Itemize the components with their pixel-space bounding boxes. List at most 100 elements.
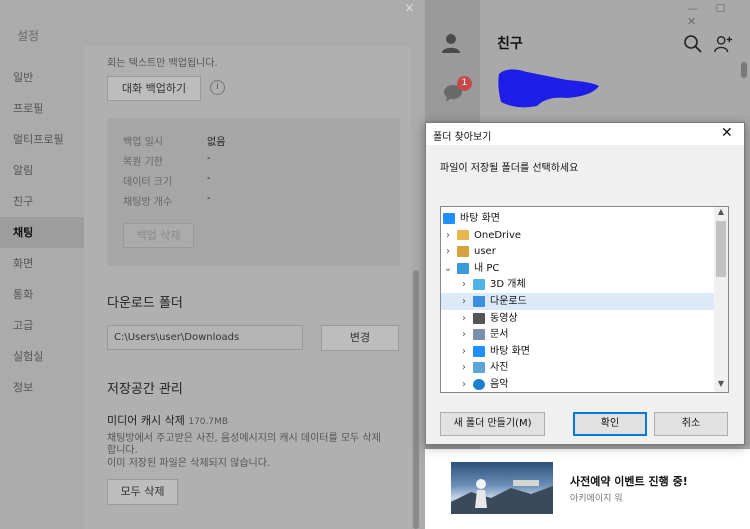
window-controls[interactable]: — ☐ ✕ [687,2,750,28]
dialog-title: 폴더 찾아보기 [433,132,492,143]
ad-banner[interactable]: 사전예약 이벤트 진행 중! 아키에이지 워 [425,449,750,529]
search-icon[interactable] [683,34,703,54]
tree-item-label: 바탕 화면 [460,213,500,224]
tree-item-label: 사진 [490,362,509,374]
expand-chevron-icon[interactable]: › [459,276,469,293]
download-icon [473,296,485,307]
tree-item[interactable]: › OneDrive [441,227,715,244]
sidebar-item-display[interactable]: 화면 [0,248,84,279]
download-folder-title: 다운로드 폴더 [107,296,183,311]
scroll-up-icon[interactable]: ▲ [714,207,728,216]
backup-date-label: 백업 일시 [123,137,163,148]
expand-chevron-icon[interactable]: ⌄ [443,260,453,277]
user-icon [457,246,469,258]
sidebar-item-friends[interactable]: 친구 [0,186,84,217]
dialog-close-icon[interactable]: ✕ [721,125,733,141]
tree-item-label: 다운로드 [490,296,527,307]
tree-item[interactable]: › 다운로드 [441,293,715,310]
unread-badge: 1 [457,76,472,91]
tree-item-label: user [474,246,496,258]
tree-item-label: 문서 [490,329,509,341]
backup-info-box: 백업 일시 없음 복원 기한 - 데이터 크기 - 채팅방 개수 - 백업 삭제 [107,118,400,266]
media-cache-size: 170.7MB [188,417,229,427]
settings-scrollbar[interactable] [413,270,419,529]
new-folder-button[interactable]: 새 폴더 만들기(M) [440,412,545,436]
cache-description-1: 채팅방에서 주고받은 사진, 음성메시지의 캐시 데이터를 모두 삭제 [107,433,381,444]
ad-image [451,462,553,514]
picture-icon [473,362,485,374]
delete-all-button[interactable]: 모두 삭제 [107,479,178,505]
expand-chevron-icon[interactable]: › [459,359,469,376]
cache-description-2: 이미 저장된 파일은 삭제되지 않습니다. [107,458,271,469]
info-icon[interactable]: i [210,80,225,95]
sidebar-item-general[interactable]: 일반 [0,62,84,93]
tree-item-label: 동영상 [490,312,518,324]
expand-chevron-icon[interactable]: › [459,343,469,360]
sidebar-item-lab[interactable]: 실험실 [0,341,84,372]
desktop-icon [473,345,485,357]
expand-chevron-icon[interactable]: › [443,227,453,244]
change-folder-button[interactable]: 변경 [321,325,399,351]
restore-deadline-label: 복원 기한 [123,157,163,168]
tree-scrollbar[interactable]: ▲ ▼ [714,207,728,392]
music-icon [473,379,485,390]
backup-chat-button[interactable]: 대화 백업하기 [107,76,201,101]
folder-tree[interactable]: 바탕 화면 › OneDrive › user ⌄ 내 PC › 3D 개체 › 다운로드 › 동영상 ›… [440,206,729,393]
friends-title: 친구 [497,36,523,52]
tree-item-label: 음악 [490,379,509,390]
tree-item[interactable]: › 사진 [441,359,715,376]
sidebar-item-call[interactable]: 통화 [0,279,84,310]
cache-description-1b: 합니다. [107,445,138,456]
settings-window: × 설정 일반 프로필 멀티프로필 알림 친구 채팅 화면 통화 고급 실험실 … [0,0,425,529]
sidebar-item-profile[interactable]: 프로필 [0,93,84,124]
tree-item-label: OneDrive [474,229,522,241]
cube-icon [473,279,485,291]
sidebar-item-notification[interactable]: 알림 [0,155,84,186]
settings-sidebar: 일반 프로필 멀티프로필 알림 친구 채팅 화면 통화 고급 실험실 정보 [0,62,84,529]
sidebar-item-chat[interactable]: 채팅 [0,217,84,248]
dialog-instruction: 파일이 저장될 폴더를 선택하세요 [440,163,579,174]
video-icon [473,312,485,324]
media-cache-label: 미디어 캐시 삭제 170.7MB [107,412,228,428]
sidebar-item-multiprofile[interactable]: 멀티프로필 [0,124,84,155]
storage-title: 저장공간 관리 [107,382,183,397]
sidebar-item-advanced[interactable]: 고급 [0,310,84,341]
tree-item[interactable]: › 바탕 화면 [441,343,715,360]
tree-item[interactable]: › 음악 [441,376,715,392]
tree-item[interactable]: › 문서 [441,326,715,343]
expand-chevron-icon[interactable]: › [443,243,453,260]
settings-close-button[interactable]: × [404,1,415,16]
backup-note: 회는 텍스트만 백업됩니다. [107,58,218,69]
tree-item-label: 바탕 화면 [490,345,530,357]
friends-scrollbar[interactable] [741,62,747,78]
person-icon[interactable] [440,32,462,54]
cancel-button[interactable]: 취소 [654,412,728,436]
tree-item-label: 내 PC [474,262,500,274]
add-friend-icon[interactable] [713,34,733,54]
tree-item[interactable]: › 3D 개체 [441,276,715,293]
data-size-value: - [207,173,211,184]
tree-item-label: 3D 개체 [490,279,526,291]
ad-title: 사전예약 이벤트 진행 중! [570,475,688,488]
delete-backup-button[interactable]: 백업 삭제 [123,223,194,248]
expand-chevron-icon[interactable]: › [459,293,469,310]
chat-settings-panel: 회는 텍스트만 백업됩니다. 대화 백업하기 i 백업 일시 없음 복원 기한 … [84,46,411,529]
folder-browse-dialog: 폴더 찾아보기 ✕ 파일이 저장될 폴더를 선택하세요 바탕 화면 › OneDri… [425,122,745,445]
folder-icon [457,229,469,240]
tree-item[interactable]: › 동영상 [441,310,715,327]
pc-icon [457,262,469,274]
download-path-field[interactable]: C:\Users\user\Downloads [107,325,303,350]
redacted-profile [498,69,599,108]
tree-item[interactable]: › user [441,243,715,260]
expand-chevron-icon[interactable]: › [459,310,469,327]
tree-item[interactable]: 바탕 화면 [441,210,715,227]
expand-chevron-icon[interactable]: › [459,326,469,343]
scroll-thumb[interactable] [716,221,726,277]
media-cache-text: 미디어 캐시 삭제 [107,414,185,427]
data-size-label: 데이터 크기 [123,177,173,188]
scroll-down-icon[interactable]: ▼ [714,379,728,388]
ok-button[interactable]: 확인 [573,412,647,436]
sidebar-item-info[interactable]: 정보 [0,372,84,403]
expand-chevron-icon[interactable]: › [459,376,469,392]
tree-item[interactable]: ⌄ 내 PC [441,260,715,277]
